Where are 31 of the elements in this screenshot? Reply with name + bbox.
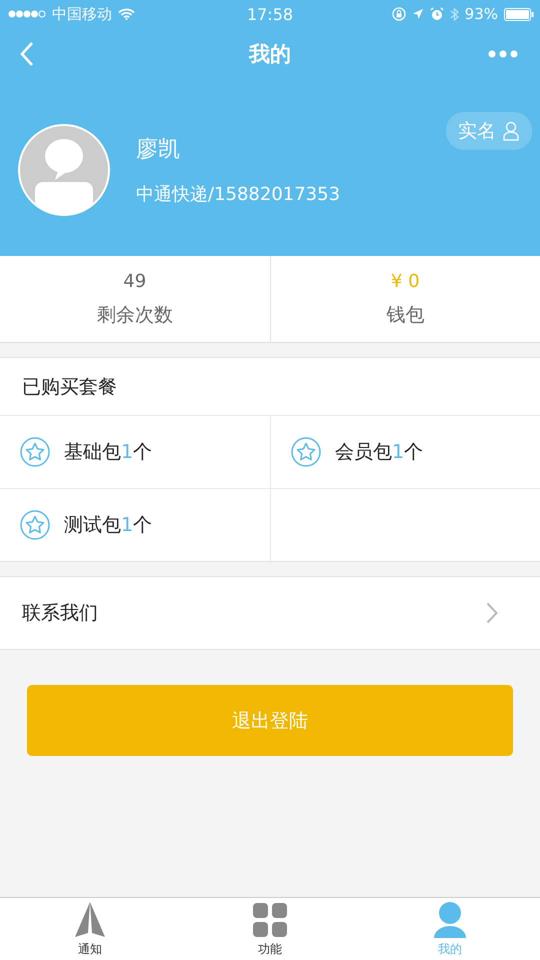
package-count: 会员包1个 bbox=[335, 440, 424, 465]
person-icon bbox=[502, 121, 520, 141]
battery-percent: 93% bbox=[464, 5, 498, 23]
rotation-lock-icon bbox=[392, 7, 406, 21]
user-company-phone: 中通快递/15882017353 bbox=[136, 183, 342, 206]
section-title: 已购买套餐 bbox=[0, 358, 540, 416]
back-icon[interactable] bbox=[20, 41, 34, 67]
chevron-right-icon bbox=[486, 602, 498, 624]
grid-icon bbox=[250, 900, 290, 940]
page-title: 我的 bbox=[249, 41, 291, 68]
tab-item[interactable]: 通知 bbox=[0, 898, 180, 960]
alarm-clock-icon bbox=[430, 7, 444, 21]
tab-item[interactable]: 功能 bbox=[180, 898, 360, 960]
stat-value: 49 bbox=[123, 270, 146, 292]
contact-us-row[interactable]: 联系我们 bbox=[0, 576, 540, 650]
bluetooth-icon bbox=[450, 6, 459, 22]
status-time: 17:58 bbox=[246, 4, 294, 24]
user-name: 廖凯 bbox=[136, 136, 181, 164]
location-arrow-icon bbox=[412, 8, 424, 20]
stat-label: 钱包 bbox=[386, 302, 424, 328]
battery-icon bbox=[504, 8, 534, 20]
signal-icon bbox=[8, 10, 46, 18]
stat-item[interactable]: ¥ 0 钱包 bbox=[270, 256, 540, 342]
more-icon[interactable] bbox=[488, 50, 518, 58]
package-count: 测试包1个 bbox=[64, 513, 152, 538]
carrier-name: 中国移动 bbox=[52, 4, 112, 24]
stat-value: ¥ 0 bbox=[390, 270, 420, 292]
stat-item[interactable]: 49 剩余次数 bbox=[0, 256, 270, 342]
stat-label: 剩余次数 bbox=[96, 302, 173, 328]
wifi-icon bbox=[118, 8, 135, 20]
package-count: 基础包1个 bbox=[64, 440, 152, 465]
